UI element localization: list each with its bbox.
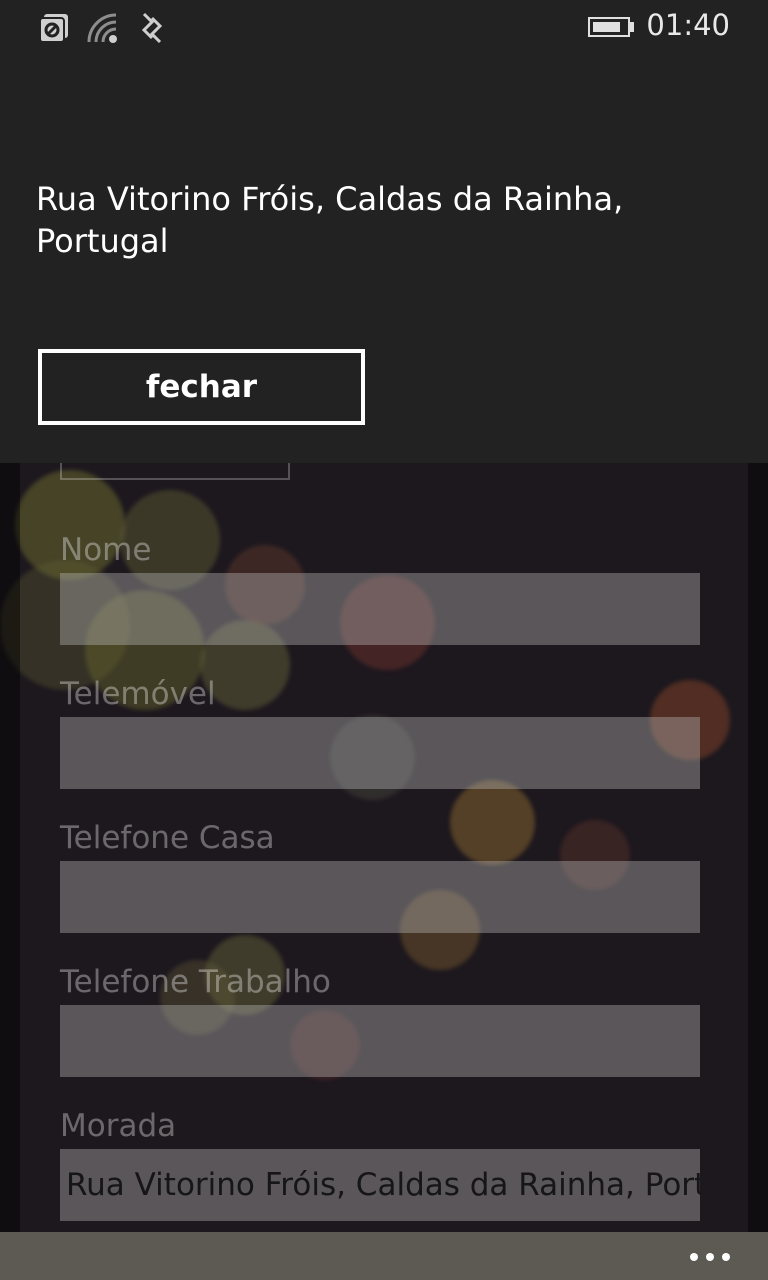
work-phone-label: Telefone Trabalho (60, 964, 331, 1000)
battery-nub (630, 22, 634, 32)
close-button[interactable]: fechar (38, 349, 365, 425)
battery-icon (588, 17, 630, 37)
wifi-icon (86, 12, 120, 48)
dialog-message: Rua Vitorino Fróis, Caldas da Rainha, Po… (36, 180, 624, 260)
home-phone-input[interactable] (60, 861, 700, 933)
work-phone-input[interactable] (60, 1005, 700, 1077)
status-bar: 01:40 (0, 0, 768, 56)
address-input[interactable]: Rua Vitorino Fróis, Caldas da Rainha, Po… (60, 1149, 700, 1221)
clock: 01:40 (646, 8, 730, 42)
mobile-input[interactable] (60, 717, 700, 789)
ellipsis-icon[interactable] (690, 1253, 730, 1261)
name-label: Nome (60, 532, 152, 568)
message-dialog: 01:40 Rua Vitorino Fróis, Caldas da Rain… (0, 0, 768, 463)
home-phone-label: Telefone Casa (60, 820, 275, 856)
app-bar (0, 1232, 768, 1280)
nfc-icon (38, 12, 70, 48)
data-connection-icon (134, 12, 166, 48)
mobile-label: Telemóvel (60, 676, 216, 712)
address-label: Morada (60, 1108, 177, 1144)
name-input[interactable] (60, 573, 700, 645)
